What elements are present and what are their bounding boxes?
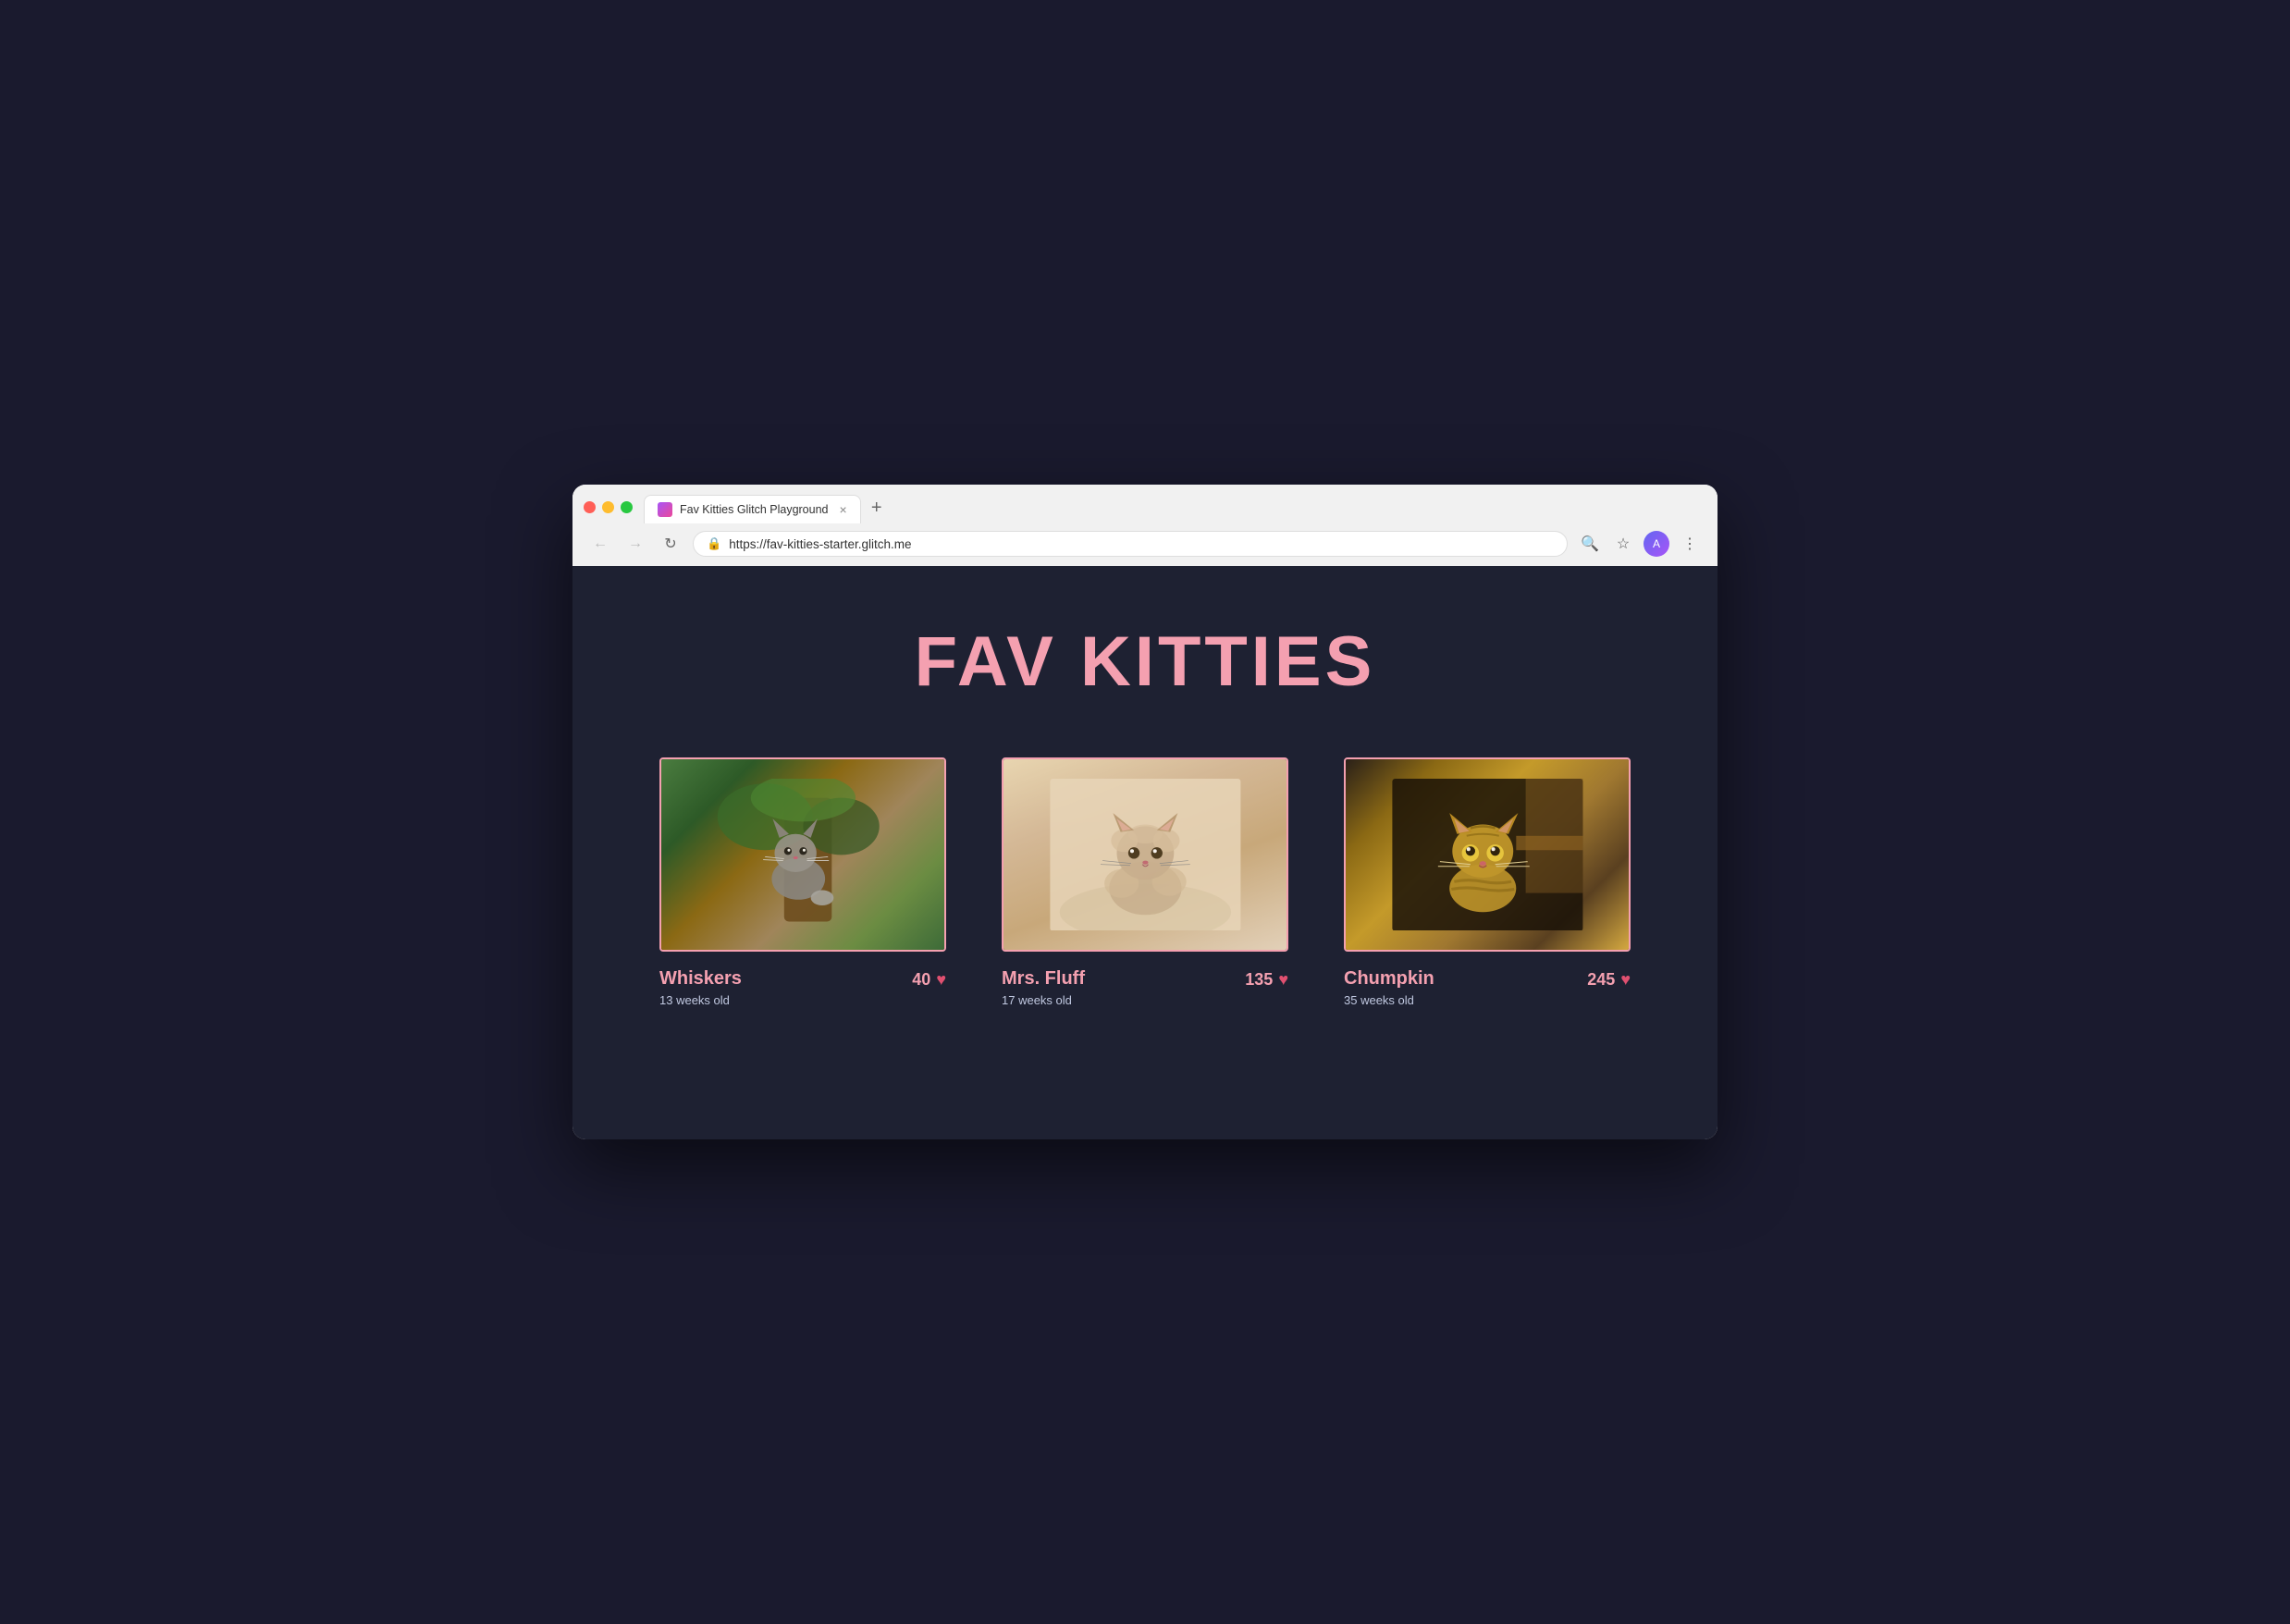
browser-window: Fav Kitties Glitch Playground × + ← → ↻ … — [572, 485, 1718, 1139]
forward-button[interactable]: → — [622, 531, 648, 557]
cat-card-chumpkin: Chumpkin 35 weeks old 245 ♥ — [1344, 757, 1631, 1007]
cat-age-mrs-fluff: 17 weeks old — [1002, 993, 1085, 1007]
vote-count-whiskers: 40 — [912, 970, 930, 990]
cat-votes-whiskers[interactable]: 40 ♥ — [912, 970, 946, 990]
heart-icon-whiskers: ♥ — [936, 970, 946, 990]
tab-close-button[interactable]: × — [840, 503, 847, 516]
cat-info-whiskers: Whiskers 13 weeks old 40 ♥ — [659, 968, 946, 1007]
vote-count-mrs-fluff: 135 — [1245, 970, 1273, 990]
traffic-light-green[interactable] — [621, 501, 633, 513]
url-text: https://fav-kitties-starter.glitch.me — [729, 537, 1554, 551]
cat-image-mrs-fluff — [1002, 757, 1288, 952]
cat-age-whiskers: 13 weeks old — [659, 993, 742, 1007]
new-tab-button[interactable]: + — [863, 494, 891, 522]
heart-icon-mrs-fluff: ♥ — [1278, 970, 1288, 990]
page-content: FAV KITTIES — [572, 566, 1718, 1139]
cat-info-chumpkin: Chumpkin 35 weeks old 245 ♥ — [1344, 968, 1631, 1007]
cat-votes-mrs-fluff[interactable]: 135 ♥ — [1245, 970, 1288, 990]
page-title: FAV KITTIES — [915, 621, 1376, 702]
cat-votes-chumpkin[interactable]: 245 ♥ — [1587, 970, 1631, 990]
cats-grid: Whiskers 13 weeks old 40 ♥ — [659, 757, 1631, 1007]
traffic-light-red[interactable] — [584, 501, 596, 513]
cat-name-age-mrs-fluff: Mrs. Fluff 17 weeks old — [1002, 968, 1085, 1007]
cat-image-chumpkin — [1344, 757, 1631, 952]
cat-name-age-chumpkin: Chumpkin 35 weeks old — [1344, 968, 1434, 1007]
lock-icon: 🔒 — [707, 536, 721, 551]
heart-icon-chumpkin: ♥ — [1620, 970, 1631, 990]
chrome-actions: 🔍 ☆ A ⋮ — [1577, 531, 1703, 557]
tab-favicon — [658, 502, 672, 517]
cat-card-mrs-fluff: Mrs. Fluff 17 weeks old 135 ♥ — [1002, 757, 1288, 1007]
cat-age-chumpkin: 35 weeks old — [1344, 993, 1434, 1007]
menu-button[interactable]: ⋮ — [1677, 531, 1703, 557]
reload-button[interactable]: ↻ — [658, 531, 683, 557]
vote-count-chumpkin: 245 — [1587, 970, 1615, 990]
cat-name-mrs-fluff: Mrs. Fluff — [1002, 968, 1085, 990]
bookmark-button[interactable]: ☆ — [1610, 531, 1636, 557]
cat-info-mrs-fluff: Mrs. Fluff 17 weeks old 135 ♥ — [1002, 968, 1288, 1007]
tab-title: Fav Kitties Glitch Playground — [680, 503, 829, 516]
search-button[interactable]: 🔍 — [1577, 531, 1603, 557]
cat-card-whiskers: Whiskers 13 weeks old 40 ♥ — [659, 757, 946, 1007]
cat-name-chumpkin: Chumpkin — [1344, 968, 1434, 990]
active-tab[interactable]: Fav Kitties Glitch Playground × — [644, 495, 861, 523]
tabs-row: Fav Kitties Glitch Playground × + — [644, 494, 1706, 523]
cat-name-age-whiskers: Whiskers 13 weeks old — [659, 968, 742, 1007]
cat-name-whiskers: Whiskers — [659, 968, 742, 990]
browser-chrome: Fav Kitties Glitch Playground × + ← → ↻ … — [572, 485, 1718, 566]
avatar[interactable]: A — [1644, 531, 1669, 557]
traffic-lights — [584, 501, 633, 517]
address-bar[interactable]: 🔒 https://fav-kitties-starter.glitch.me — [693, 531, 1568, 557]
back-button[interactable]: ← — [587, 531, 613, 557]
address-bar-row: ← → ↻ 🔒 https://fav-kitties-starter.glit… — [584, 531, 1706, 566]
cat-image-whiskers — [659, 757, 946, 952]
traffic-light-yellow[interactable] — [602, 501, 614, 513]
